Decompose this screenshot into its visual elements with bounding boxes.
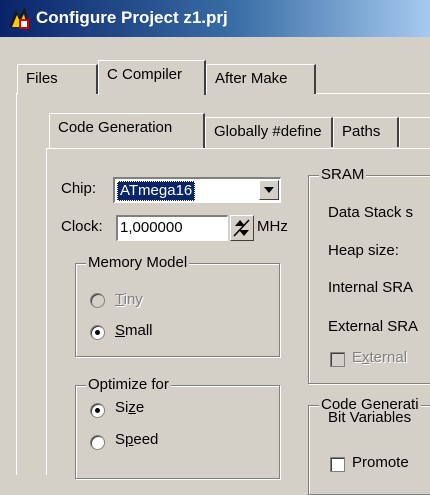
tab-paths-label: Paths xyxy=(342,123,381,140)
chip-label: Chip: xyxy=(61,180,97,197)
data-stack-size-label: Data Stack s xyxy=(328,204,414,221)
memory-model-group: Memory Model xyxy=(75,254,280,357)
window-title: Configure Project z1.prj xyxy=(36,8,228,27)
chip-dropdown-button[interactable] xyxy=(259,180,279,200)
tab-globally-define-label: Globally #define xyxy=(214,123,322,140)
clock-spin-button[interactable] xyxy=(230,215,254,241)
tiny-label: Tiny xyxy=(115,291,143,308)
heap-size-label: Heap size: xyxy=(328,242,399,259)
size-label: Size xyxy=(115,399,145,416)
dialog-body: Files C Compiler After Make Code Generat… xyxy=(0,37,430,495)
small-radio[interactable] xyxy=(90,325,105,340)
speed-radio[interactable] xyxy=(90,435,105,450)
optimize-for-group: Optimize for xyxy=(75,376,280,479)
optimize-for-title: Optimize for xyxy=(86,376,171,393)
tab-globally-define[interactable]: Globally #define xyxy=(205,117,333,147)
tiny-radio[interactable] xyxy=(90,293,105,308)
size-radio[interactable] xyxy=(90,403,105,418)
radio-selected-dot xyxy=(95,330,100,335)
spin-arrows-icon xyxy=(233,219,250,237)
radio-selected-dot xyxy=(95,408,100,413)
clock-label: Clock: xyxy=(61,218,103,235)
speed-label: Speed xyxy=(115,431,159,448)
title-bar[interactable]: Configure Project z1.prj xyxy=(0,0,430,37)
app-icon xyxy=(9,7,29,29)
bit-variables-label: Bit Variables xyxy=(328,409,412,426)
tab-code-generation-label: Code Generation xyxy=(58,119,173,136)
promote-label: Promote xyxy=(352,454,409,471)
tab-paths[interactable]: Paths xyxy=(333,117,399,147)
tab-files[interactable]: Files xyxy=(17,64,98,94)
clock-unit-label: MHz xyxy=(257,218,288,235)
sram-title: SRAM xyxy=(319,166,367,183)
external-sram-label: External SRA xyxy=(328,318,419,335)
tab-after-make[interactable]: After Make xyxy=(206,64,316,94)
external-checkbox[interactable] xyxy=(330,352,345,367)
small-label: Small xyxy=(115,322,153,339)
tab-c-compiler-label: C Compiler xyxy=(107,66,183,83)
tab-c-compiler[interactable]: C Compiler xyxy=(98,60,206,95)
tab-code-generation[interactable]: Code Generation xyxy=(49,113,205,148)
tab-after-make-label: After Make xyxy=(215,70,288,87)
external-checkbox-label: External xyxy=(352,349,408,366)
tab-files-label: Files xyxy=(26,70,58,87)
chevron-down-icon xyxy=(264,187,274,193)
memory-model-title: Memory Model xyxy=(86,254,190,271)
clock-input[interactable]: 1,000000 xyxy=(116,215,228,241)
chip-value: ATmega16 xyxy=(117,181,196,201)
promote-checkbox[interactable] xyxy=(330,457,345,472)
chip-select[interactable]: ATmega16 xyxy=(113,177,281,203)
internal-sram-label: Internal SRA xyxy=(328,279,414,296)
tab-next-partial[interactable] xyxy=(399,117,430,147)
